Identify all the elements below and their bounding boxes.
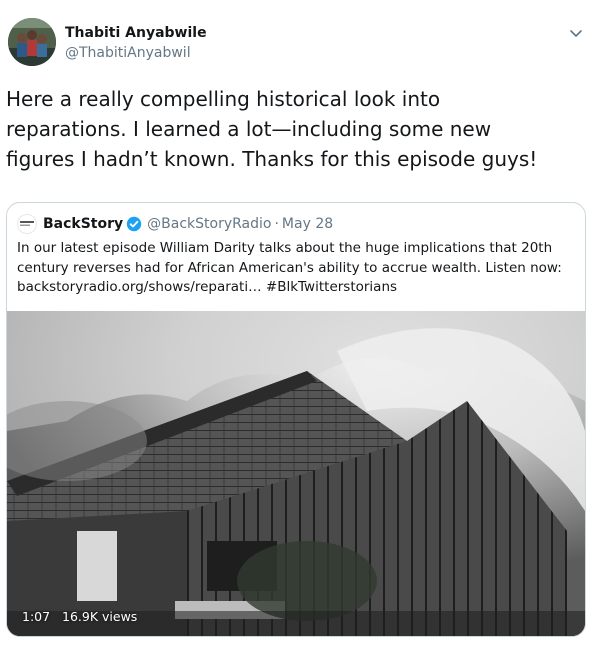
verified-badge-icon <box>126 216 142 232</box>
tweet-text-line: reparations. I learned a lot—including s… <box>6 117 492 141</box>
quoted-display-name: BackStory <box>43 216 124 232</box>
author-handle[interactable]: @ThabitiAnyabwil <box>65 44 207 62</box>
quoted-tweet[interactable]: BackStory @BackStoryRadio · May 28 In ou… <box>6 202 586 637</box>
quoted-handle: @BackStoryRadio <box>147 216 272 232</box>
quoted-text-line: century reverses had for African America… <box>17 259 562 276</box>
quoted-tweet-header: BackStory @BackStoryRadio · May 28 <box>17 214 333 234</box>
avatar[interactable] <box>8 18 56 66</box>
quoted-link[interactable]: backstoryradio.org/shows/reparati… <box>17 279 262 295</box>
author-display-name[interactable]: Thabiti Anyabwile <box>65 24 207 42</box>
backstory-logo-icon <box>20 221 34 226</box>
video-duration: 1:07 <box>22 609 51 624</box>
tweet-text-line: figures I hadn’t known. Thanks for this … <box>6 147 538 171</box>
quoted-tweet-text: In our latest episode William Darity tal… <box>17 239 577 298</box>
quoted-text-line: backstoryradio.org/shows/reparati… #BlkT… <box>17 278 577 298</box>
chevron-down-icon[interactable] <box>567 24 585 42</box>
author-info: Thabiti Anyabwile @ThabitiAnyabwil <box>65 24 207 62</box>
video-thumbnail-burning-house <box>7 311 585 636</box>
quoted-hashtag[interactable]: #BlkTwitterstorians <box>266 279 397 295</box>
tweet-header: Thabiti Anyabwile @ThabitiAnyabwil <box>8 16 585 68</box>
video-view-count: 16.9K views <box>62 609 138 624</box>
quoted-separator: · <box>274 216 279 232</box>
tweet-text: Here a really compelling historical look… <box>6 84 581 174</box>
tweet-text-line: Here a really compelling historical look… <box>6 87 441 111</box>
tweet: Thabiti Anyabwile @ThabitiAnyabwil Here … <box>0 0 593 646</box>
quoted-text-line: In our latest episode William Darity tal… <box>17 240 553 256</box>
quoted-avatar <box>17 214 37 234</box>
quoted-date: May 28 <box>281 216 334 232</box>
video-player[interactable]: 1:07 16.9K views <box>7 311 585 636</box>
